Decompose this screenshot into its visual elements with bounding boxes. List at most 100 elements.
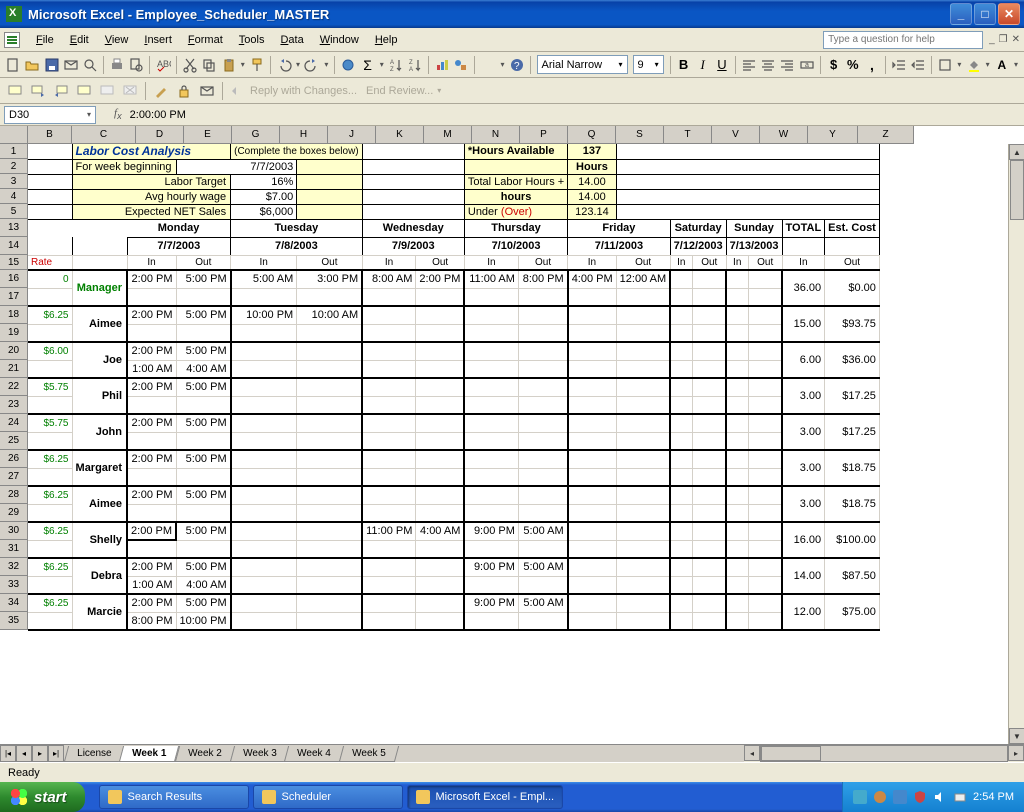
menu-format[interactable]: Format [180, 31, 231, 49]
scroll-right-button[interactable]: ▸ [1008, 745, 1024, 761]
tray-shield-icon[interactable] [913, 790, 927, 804]
scroll-left-button[interactable]: ◂ [744, 745, 760, 761]
sheet-tab[interactable]: Week 1 [119, 746, 180, 762]
zoom-button[interactable] [479, 54, 497, 76]
tray-icon[interactable] [873, 790, 887, 804]
column-header[interactable]: H [280, 126, 328, 144]
comment-show-button[interactable] [73, 80, 95, 102]
menu-view[interactable]: View [97, 31, 137, 49]
formula-value[interactable]: 2:00:00 PM [130, 109, 186, 121]
tab-first-button[interactable]: |◂ [0, 745, 16, 762]
workbook-icon[interactable] [4, 32, 20, 48]
taskbar-item[interactable]: Microsoft Excel - Empl... [407, 785, 564, 809]
row-header[interactable]: 27 [0, 468, 28, 486]
name-box[interactable]: D30 ▾ [4, 106, 96, 124]
menu-help[interactable]: Help [367, 31, 406, 49]
row-header[interactable]: 18 [0, 306, 28, 324]
menu-edit[interactable]: Edit [62, 31, 97, 49]
align-right-button[interactable] [778, 54, 796, 76]
borders-button[interactable] [936, 54, 954, 76]
column-header[interactable]: E [184, 126, 232, 144]
row-header[interactable]: 29 [0, 504, 28, 522]
ink-button[interactable] [150, 80, 172, 102]
row-header[interactable]: 1 [0, 144, 28, 159]
undo-dropdown[interactable]: ▾ [294, 60, 302, 69]
row-header[interactable]: 14 [0, 237, 28, 255]
drawing-button[interactable] [452, 54, 470, 76]
font-color-button[interactable]: A [993, 54, 1011, 76]
sort-desc-button[interactable]: ZA [406, 54, 424, 76]
email-button[interactable] [62, 54, 80, 76]
comment-next-button[interactable] [50, 80, 72, 102]
column-header[interactable]: Q [568, 126, 616, 144]
font-size-combo[interactable]: 9▾ [633, 55, 664, 74]
row-header[interactable]: 33 [0, 576, 28, 594]
format-painter-button[interactable] [248, 54, 266, 76]
window-maximize-button[interactable]: □ [974, 3, 996, 25]
row-header[interactable]: 22 [0, 378, 28, 396]
currency-button[interactable]: $ [824, 54, 842, 76]
column-header[interactable]: J [328, 126, 376, 144]
column-header[interactable]: B [28, 126, 72, 144]
column-header[interactable]: Z [858, 126, 914, 144]
row-header[interactable]: 16 [0, 270, 28, 288]
row-header[interactable]: 32 [0, 558, 28, 576]
row-header[interactable]: 26 [0, 450, 28, 468]
column-header[interactable]: K [376, 126, 424, 144]
paste-dropdown[interactable]: ▾ [239, 60, 247, 69]
tray-volume-icon[interactable] [933, 790, 947, 804]
tab-next-button[interactable]: ▸ [32, 745, 48, 762]
merge-center-button[interactable]: a [797, 54, 815, 76]
scroll-down-button[interactable]: ▼ [1009, 728, 1024, 744]
comment-insert-button[interactable] [4, 80, 26, 102]
menu-file[interactable]: File [28, 31, 62, 49]
fx-icon[interactable]: fx [114, 107, 122, 121]
spreadsheet-grid[interactable]: BCDEGHJKMNPQSTVWYZ 123451314151617181920… [0, 126, 1024, 744]
align-center-button[interactable] [759, 54, 777, 76]
column-header[interactable]: N [472, 126, 520, 144]
row-header[interactable]: 28 [0, 486, 28, 504]
new-button[interactable] [4, 54, 22, 76]
scroll-up-button[interactable]: ▲ [1009, 144, 1024, 160]
fill-dropdown[interactable]: ▾ [984, 60, 992, 69]
column-header[interactable]: S [616, 126, 664, 144]
column-header[interactable]: C [72, 126, 136, 144]
sheet-tab[interactable]: License [64, 746, 125, 762]
select-all-corner[interactable] [0, 126, 28, 144]
column-header[interactable]: D [136, 126, 184, 144]
column-header[interactable]: W [760, 126, 808, 144]
window-minimize-button[interactable]: _ [950, 3, 972, 25]
paste-button[interactable] [219, 54, 237, 76]
share-button[interactable] [196, 80, 218, 102]
row-header[interactable]: 21 [0, 360, 28, 378]
column-header[interactable]: G [232, 126, 280, 144]
search-button[interactable] [81, 54, 99, 76]
vertical-scrollbar[interactable]: ▲ ▼ [1008, 144, 1024, 744]
bold-button[interactable]: B [674, 54, 692, 76]
menu-window[interactable]: Window [312, 31, 367, 49]
copy-button[interactable] [200, 54, 218, 76]
row-header[interactable]: 25 [0, 432, 28, 450]
doc-close-button[interactable]: ✕ [1012, 34, 1020, 45]
menu-insert[interactable]: Insert [136, 31, 180, 49]
decrease-indent-button[interactable] [890, 54, 908, 76]
column-header[interactable]: V [712, 126, 760, 144]
row-header[interactable]: 20 [0, 342, 28, 360]
redo-dropdown[interactable]: ▾ [322, 60, 330, 69]
taskbar-item[interactable]: Search Results [99, 785, 249, 809]
row-header[interactable]: 34 [0, 594, 28, 612]
zoom-dropdown[interactable]: ▾ [498, 60, 506, 69]
sort-asc-button[interactable]: AZ [387, 54, 405, 76]
save-button[interactable] [42, 54, 60, 76]
column-header[interactable]: P [520, 126, 568, 144]
row-headers[interactable]: 1234513141516171819202122232425262728293… [0, 144, 28, 630]
font-color-dropdown[interactable]: ▾ [1012, 60, 1020, 69]
column-header[interactable]: M [424, 126, 472, 144]
tab-prev-button[interactable]: ◂ [16, 745, 32, 762]
row-header[interactable]: 19 [0, 324, 28, 342]
row-header[interactable]: 3 [0, 174, 28, 189]
row-header[interactable]: 23 [0, 396, 28, 414]
hscroll-thumb[interactable] [761, 746, 821, 761]
row-header[interactable]: 4 [0, 189, 28, 204]
row-header[interactable]: 24 [0, 414, 28, 432]
